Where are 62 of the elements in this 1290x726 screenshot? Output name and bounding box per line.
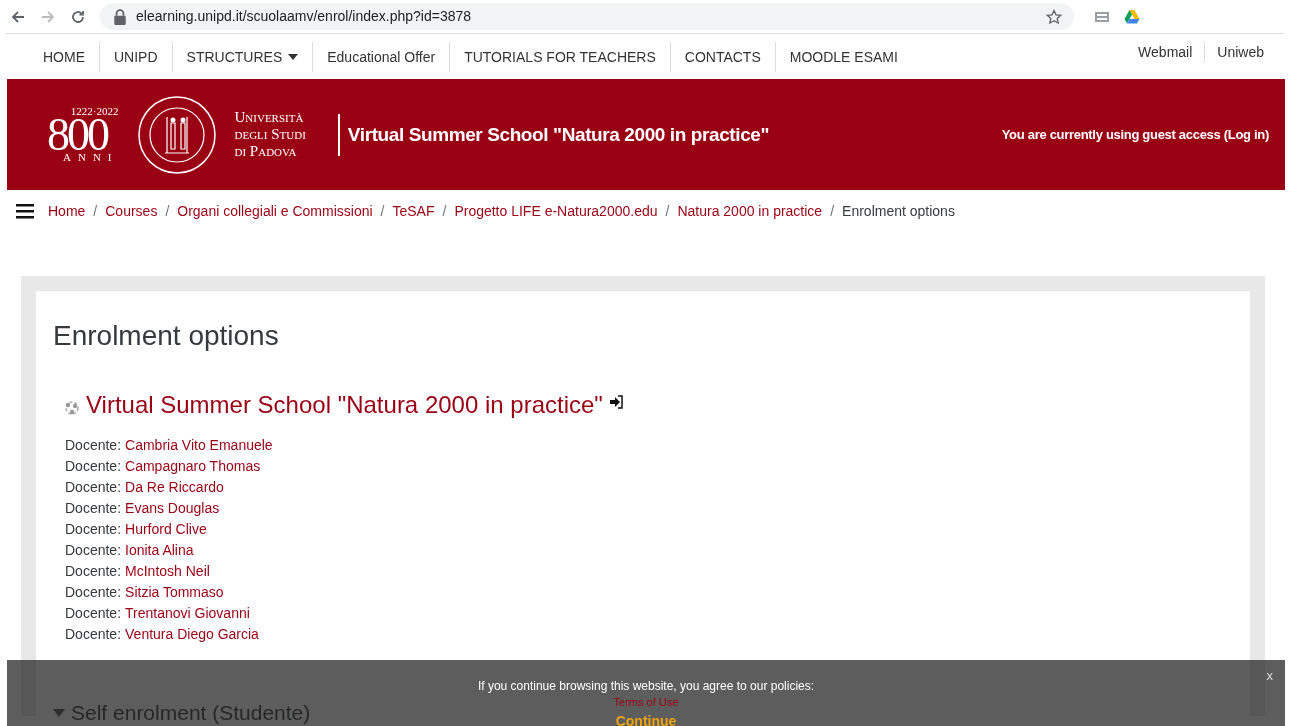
breadcrumb-link[interactable]: Organi collegiali e Commissioni	[177, 200, 373, 222]
menu-icon[interactable]	[16, 203, 34, 219]
teacher-link[interactable]: Campagnaro Thomas	[125, 456, 261, 478]
breadcrumb-link[interactable]: TeSAF	[392, 200, 435, 222]
logo-word: ANNI	[63, 151, 119, 163]
teacher-role: Docente:	[65, 499, 122, 519]
course-title-link[interactable]: Virtual Summer School "Natura 2000 in practice"	[86, 390, 603, 420]
course-header-title: Virtual Summer School "Natura 2000 in practice"	[337, 113, 770, 156]
logo-years: 1222·2022	[70, 106, 119, 118]
teacher-role: Docente:	[65, 583, 122, 603]
breadcrumb-current: Enrolment options	[842, 201, 955, 221]
nav-link[interactable]: Educational Offer	[313, 41, 451, 72]
teacher-link[interactable]: Ventura Diego Garcia	[125, 624, 259, 646]
teacher-role: Docente:	[65, 478, 122, 498]
guest-access-link[interactable]: You are currently using guest access (Log in)	[1001, 124, 1269, 145]
teacher-link[interactable]: Trentanovi Giovanni	[125, 603, 250, 625]
breadcrumb-link[interactable]: Courses	[105, 200, 158, 222]
page-heading: Enrolment options	[53, 319, 280, 353]
teacher-link[interactable]: Ionita Alina	[125, 540, 194, 562]
teacher-role: Docente:	[65, 541, 122, 561]
nav-link[interactable]: Webmail	[1126, 42, 1206, 62]
caret-icon	[288, 53, 299, 60]
close-button[interactable]: x	[1266, 666, 1273, 686]
teacher-link[interactable]: Evans Douglas	[125, 498, 220, 520]
teacher-role: Docente:	[65, 604, 122, 624]
teacher-role: Docente:	[65, 625, 122, 645]
nav-link[interactable]: MOODLE ESAMI	[775, 41, 912, 72]
teacher-link[interactable]: Cambria Vito Emanuele	[125, 435, 273, 457]
teacher-role: Docente:	[65, 457, 122, 477]
breadcrumb-separator: /	[442, 201, 447, 221]
address-bar[interactable]: elearning.unipd.it/scuolaamv/enrol/index.php?id=3878	[100, 3, 1074, 30]
star-icon[interactable]	[1046, 8, 1062, 25]
seal-icon	[136, 94, 217, 175]
teacher-link[interactable]: Hurford Clive	[125, 519, 207, 541]
breadcrumb-separator: /	[165, 201, 170, 221]
breadcrumb-link[interactable]: Natura 2000 in practice	[677, 200, 823, 222]
teacher-role: Docente:	[65, 562, 122, 582]
policy-message: If you continue browsing this website, you agree to our policies:	[476, 679, 816, 693]
breadcrumb-separator: /	[380, 201, 385, 221]
nav-dropdown[interactable]: STRUCTURES	[172, 41, 314, 72]
breadcrumb-separator: /	[665, 201, 670, 221]
university-name: Università degli Studi di Padova	[234, 108, 306, 161]
logo-number: 800	[47, 117, 107, 154]
teacher-link[interactable]: Da Re Riccardo	[125, 477, 224, 499]
breadcrumb-link[interactable]: Home	[48, 200, 86, 222]
nav-link[interactable]: Uniweb	[1205, 42, 1276, 62]
reload-icon[interactable]	[70, 8, 86, 25]
nav-link[interactable]: TUTORIALS FOR TEACHERS	[450, 41, 671, 72]
nav-link[interactable]: CONTACTS	[670, 41, 776, 72]
breadcrumb-link[interactable]: Progetto LIFE e-Natura2000.edu	[454, 200, 658, 222]
teacher-link[interactable]: McIntosh Neil	[125, 561, 210, 583]
back-icon[interactable]	[10, 8, 26, 25]
sign-in-icon	[608, 394, 623, 409]
drive-icon[interactable]	[1124, 8, 1140, 25]
nav-link[interactable]: UNIPD	[100, 41, 173, 72]
breadcrumb-separator: /	[830, 201, 835, 221]
teacher-role: Docente:	[65, 520, 122, 540]
teacher-link[interactable]: Sitzia Tommaso	[125, 582, 224, 604]
nav-link[interactable]: HOME	[6, 41, 100, 72]
teacher-role: Docente:	[65, 436, 122, 456]
breadcrumb-separator: /	[93, 201, 98, 221]
lock-icon	[112, 8, 128, 25]
